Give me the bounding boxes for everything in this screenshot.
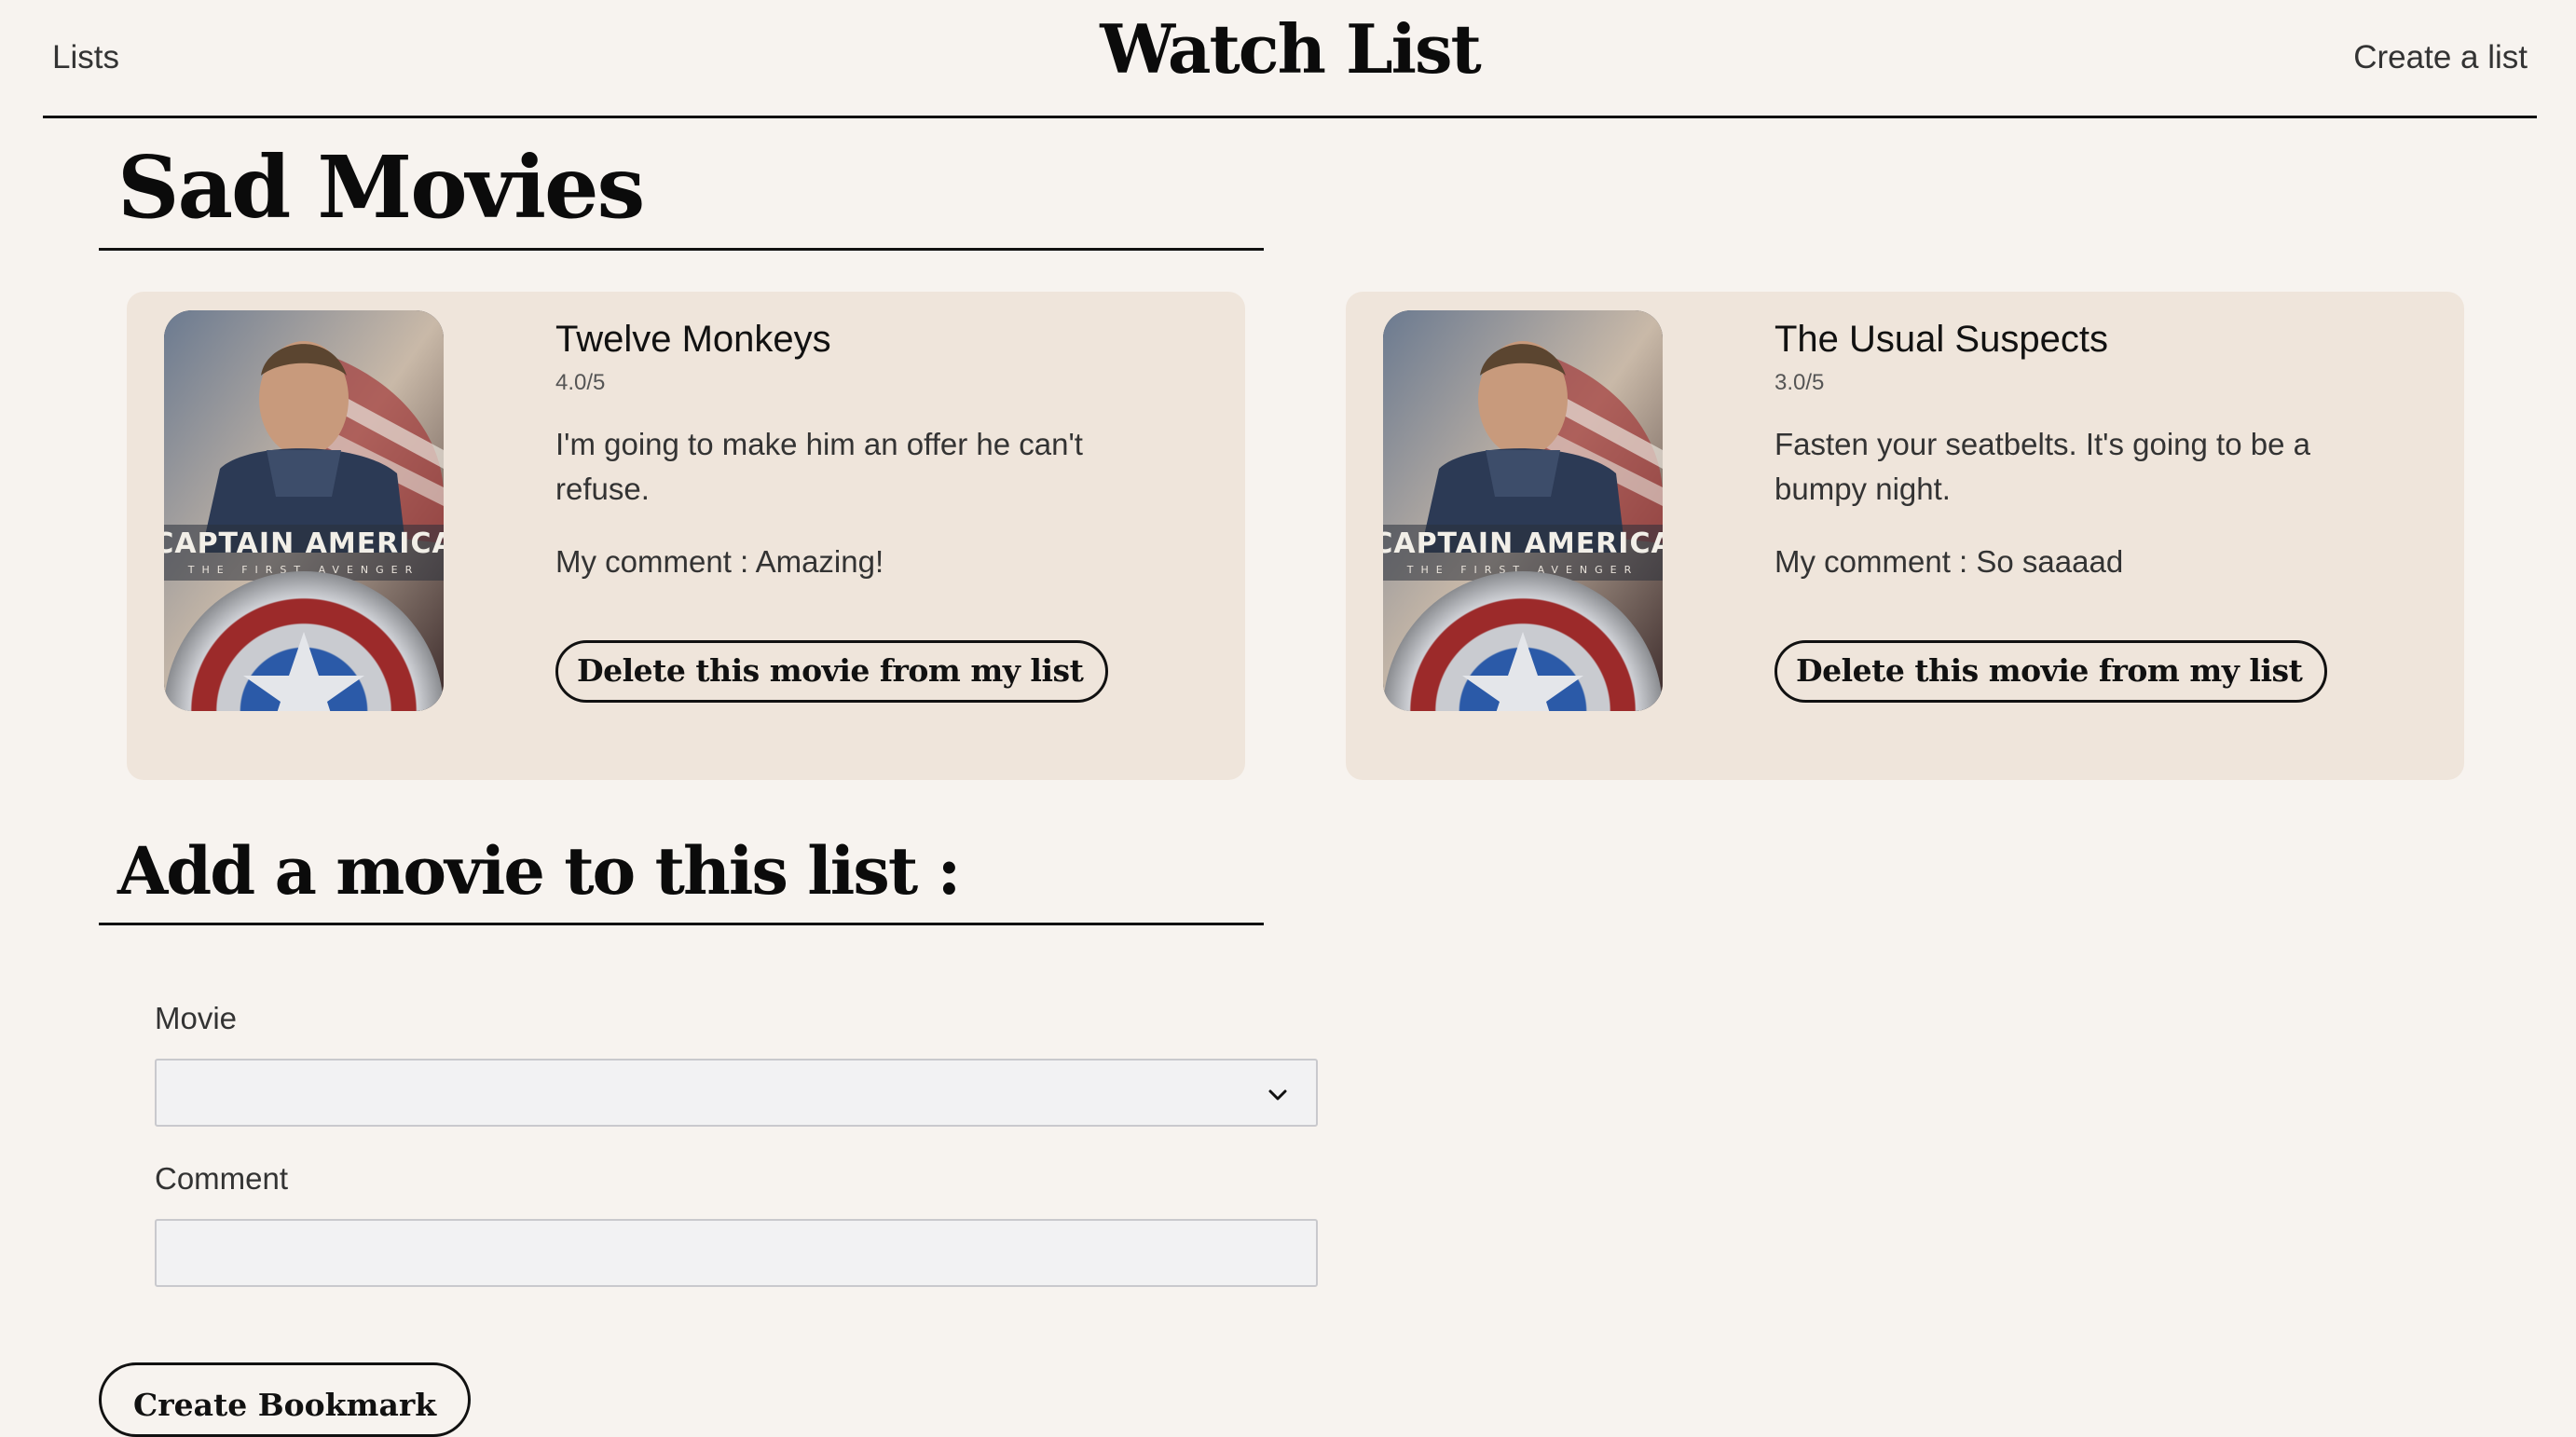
list-heading-section: Sad Movies xyxy=(99,129,1264,251)
movie-select[interactable] xyxy=(155,1059,1318,1127)
movie-field-label: Movie xyxy=(155,1001,238,1035)
movie-poster-image: CAPTAIN AMERICA THE FIRST AVENGER JULY 2… xyxy=(1383,310,1663,711)
list-title: Sad Movies xyxy=(117,137,645,238)
movie-title: Twelve Monkeys xyxy=(555,319,831,360)
comment-text: So saaaad xyxy=(1976,544,2124,579)
movie-comment: My comment : So saaaad xyxy=(1774,540,2390,584)
add-movie-title: Add a movie to this list : xyxy=(117,832,961,910)
svg-text:CAPTAIN AMERICA: CAPTAIN AMERICA xyxy=(164,527,444,560)
comment-text: Amazing! xyxy=(755,544,884,579)
delete-movie-button[interactable]: Delete this movie from my list xyxy=(1774,640,2328,703)
movie-card: CAPTAIN AMERICA THE FIRST AVENGER JULY 2… xyxy=(127,292,1245,780)
chevron-down-icon xyxy=(1268,1089,1287,1101)
brand-title[interactable]: Watch List xyxy=(1100,9,1482,89)
comment-field-label: Comment xyxy=(155,1161,289,1196)
nav-lists-link[interactable]: Lists xyxy=(52,39,119,76)
movie-rating: 4.0/5 xyxy=(555,370,606,395)
movie-title: The Usual Suspects xyxy=(1774,319,2108,360)
delete-movie-button[interactable]: Delete this movie from my list xyxy=(555,640,1109,703)
svg-text:CAPTAIN AMERICA: CAPTAIN AMERICA xyxy=(1383,527,1663,560)
movie-poster-image: CAPTAIN AMERICA THE FIRST AVENGER JULY 2… xyxy=(164,310,444,711)
top-navbar: Lists Watch List Create a list xyxy=(43,0,2537,118)
nav-create-list-link[interactable]: Create a list xyxy=(2353,39,2528,76)
movie-quote: Fasten your seatbelts. It's going to be … xyxy=(1774,427,2310,506)
create-bookmark-button[interactable]: Create Bookmark xyxy=(99,1362,472,1437)
movie-rating: 3.0/5 xyxy=(1774,370,1825,395)
comment-field[interactable] xyxy=(155,1219,1318,1287)
comment-prefix: My comment : xyxy=(1774,544,1977,579)
movie-info: The Usual Suspects 3.0/5 Fasten your sea… xyxy=(1774,314,2390,703)
movie-comment: My comment : Amazing! xyxy=(555,540,1171,584)
movie-quote: I'm going to make him an offer he can't … xyxy=(555,427,1083,506)
comment-prefix: My comment : xyxy=(555,544,756,579)
add-movie-heading-section: Add a movie to this list : xyxy=(99,820,1264,925)
comment-input[interactable] xyxy=(157,1221,1316,1285)
movie-card: CAPTAIN AMERICA THE FIRST AVENGER JULY 2… xyxy=(1346,292,2464,780)
movie-info: Twelve Monkeys 4.0/5 I'm going to make h… xyxy=(555,314,1171,703)
